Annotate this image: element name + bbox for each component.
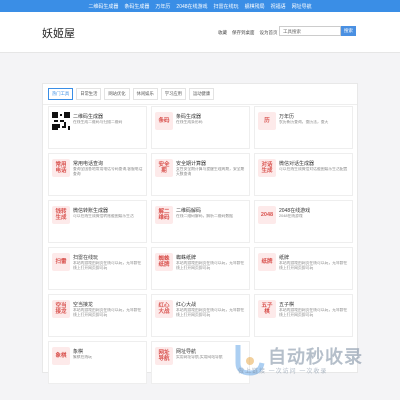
tool-title[interactable]: 2048在线游戏 bbox=[279, 207, 310, 214]
top-nav-item[interactable]: 舰棋残局 bbox=[245, 3, 265, 10]
tool-description: 在线二维码解码，解析二维码数据 bbox=[176, 214, 233, 218]
tool-title[interactable]: 二维码生成器 bbox=[73, 113, 103, 120]
tool-title[interactable]: 纸牌 bbox=[279, 254, 289, 261]
tool-card[interactable]: 历万年历 农历新历查询，查历法，查天 bbox=[254, 106, 353, 149]
tab-site-optimization[interactable]: 网站优化 bbox=[104, 88, 130, 100]
tool-card[interactable]: 象棋 象棋 象棋在线玩 bbox=[48, 341, 147, 384]
tool-title[interactable]: 五子棋 bbox=[279, 301, 294, 308]
tool-title[interactable]: 象棋 bbox=[73, 348, 83, 355]
tab-study[interactable]: 学习应用 bbox=[160, 88, 186, 100]
tool-description: 在线生成条形码 bbox=[176, 120, 203, 124]
tool-icon: 纸牌 bbox=[258, 253, 276, 271]
tool-title[interactable]: 红心大战 bbox=[176, 301, 196, 308]
tool-title[interactable]: 万年历 bbox=[279, 113, 294, 120]
tool-description: 本站的游戏由网页在线可以玩，无年龄在线上打开网页即可玩 bbox=[73, 308, 142, 317]
tab-health[interactable]: 运动健康 bbox=[188, 88, 215, 100]
tool-description: 2048在线游戏 bbox=[279, 214, 303, 218]
tool-card[interactable]: 条码 条码生成器 在线生成条形码 bbox=[151, 106, 250, 149]
tool-description: 本站的游戏由网页在线可以玩，无年龄在线上打开网页即可玩 bbox=[176, 261, 245, 270]
search-button[interactable]: 搜索 bbox=[341, 26, 356, 36]
top-nav-item[interactable]: 万年历 bbox=[155, 3, 170, 10]
tool-card[interactable]: 蜘蛛 纸牌 蜘蛛纸牌 本站的游戏由网页在线可以玩，无年龄在线上打开网页即可玩 bbox=[151, 247, 250, 290]
favorite-link[interactable]: 收藏 bbox=[218, 30, 227, 36]
site-header: 妖姬屋 收藏 保存到桌面 设为首页 工具搜索 搜索 bbox=[0, 12, 400, 53]
tool-description: 农历新历查询，查历法，查天 bbox=[279, 120, 329, 124]
tool-icon: 五子 棋 bbox=[258, 300, 276, 318]
tool-description: 本站的游戏由网页在线可以玩，无年龄在线上打开网页即可玩 bbox=[73, 261, 142, 270]
tool-description: 本站的游戏由网页在线可以玩，无年龄在线上打开网页即可玩 bbox=[176, 308, 245, 317]
set-homepage-link[interactable]: 设为首页 bbox=[260, 30, 278, 36]
site-logo[interactable]: 妖姬屋 bbox=[42, 25, 75, 41]
save-desktop-link[interactable]: 保存到桌面 bbox=[232, 30, 255, 36]
tool-title[interactable]: 条码生成器 bbox=[176, 113, 201, 120]
tool-icon: 解二 维码 bbox=[155, 206, 173, 224]
search-input[interactable]: 工具搜索 bbox=[279, 26, 341, 36]
tool-icon: 空当 接龙 bbox=[52, 300, 70, 318]
tab-leisure[interactable]: 休闲娱乐 bbox=[132, 88, 158, 100]
tool-icon: 网址 导航 bbox=[155, 347, 173, 365]
tool-card[interactable]: 红心 大战 红心大战 本站的游戏由网页在线可以玩，无年龄在线上打开网页即可玩 bbox=[151, 294, 250, 337]
top-nav-item[interactable]: 网址导航 bbox=[292, 3, 312, 10]
tool-card[interactable]: 空当 接龙 空当接龙 本站的游戏由网页在线可以玩，无年龄在线上打开网页即可玩 bbox=[48, 294, 147, 337]
tool-icon: 扫雷 bbox=[52, 253, 70, 271]
top-nav-bar: 二维码生成器 条码生成器 万年历 2048在线游戏 扫雷在线玩 舰棋残局 祝福语… bbox=[0, 0, 400, 12]
top-nav-item[interactable]: 祝福语 bbox=[271, 3, 286, 10]
tool-icon: 常用 电话 bbox=[52, 159, 70, 177]
tool-title[interactable]: 网址导航 bbox=[176, 348, 196, 355]
tool-title[interactable]: 微信对话生成器 bbox=[279, 160, 314, 167]
tool-description: 可以在线生成微信对话截图娱乐生活配置 bbox=[279, 167, 348, 171]
tool-card[interactable]: 常用 电话 常用电话查询 查询全国各地常用电话号码查询,客服电话查询 bbox=[48, 153, 147, 196]
tool-icon: 2048 bbox=[258, 206, 276, 224]
tool-description: 本站的游戏由网页在线可以玩，无年龄在线上打开网页即可玩 bbox=[279, 261, 348, 270]
tool-description: 在线生成二维码与扫描二维码 bbox=[73, 120, 123, 124]
tool-description: 女性安全期计算与提醒生理周期，安全期天数查询 bbox=[176, 167, 245, 176]
tool-icon: 条码 bbox=[155, 112, 173, 130]
tools-panel: 热门工具 日常生活 网站优化 休闲娱乐 学习应用 运动健康 二维码生成器 在线生成… bbox=[42, 83, 358, 384]
top-nav-item[interactable]: 2048在线游戏 bbox=[176, 3, 207, 10]
tool-card[interactable]: 二维码生成器 在线生成二维码与扫描二维码 bbox=[48, 106, 147, 149]
tool-card[interactable]: 钱转 生成 微信转账生成器 可以在线生成微信转账截图娱乐生活 bbox=[48, 200, 147, 243]
tool-description: 象棋在线玩 bbox=[73, 355, 92, 359]
tool-title[interactable]: 蜘蛛纸牌 bbox=[176, 254, 196, 261]
tool-card[interactable]: 2048 2048在线游戏 2048在线游戏 bbox=[254, 200, 353, 243]
tool-icon: 蜘蛛 纸牌 bbox=[155, 253, 173, 271]
top-nav-item[interactable]: 二维码生成器 bbox=[88, 3, 118, 10]
tool-description: 本站的游戏由网页在线可以玩，无年龄在线上打开网页即可玩 bbox=[279, 308, 348, 317]
tool-card[interactable]: 解二 维码 二维码解码 在线二维码解码，解析二维码数据 bbox=[151, 200, 250, 243]
tool-title[interactable]: 安全期计算器 bbox=[176, 160, 206, 167]
tool-card[interactable]: 对话 生成 微信对话生成器 可以在线生成微信对话截图娱乐生活配置 bbox=[254, 153, 353, 196]
header-links: 收藏 保存到桌面 设为首页 bbox=[218, 30, 278, 36]
tab-hot-tools[interactable]: 热门工具 bbox=[48, 88, 74, 100]
tool-description: 可以在线生成微信转账截图娱乐生活 bbox=[73, 214, 134, 218]
tool-card[interactable]: 安全 期安全期计算器 女性安全期计算与提醒生理周期，安全期天数查询 bbox=[151, 153, 250, 196]
tool-title[interactable]: 空当接龙 bbox=[73, 301, 93, 308]
qr-code-icon bbox=[52, 112, 70, 130]
tool-icon: 钱转 生成 bbox=[52, 206, 70, 224]
tool-icon: 红心 大战 bbox=[155, 300, 173, 318]
category-tabs: 热门工具 日常生活 网站优化 休闲娱乐 学习应用 运动健康 bbox=[43, 84, 357, 105]
tool-icon: 安全 期 bbox=[155, 159, 173, 177]
top-nav-item[interactable]: 条码生成器 bbox=[124, 3, 149, 10]
top-nav-item[interactable]: 扫雷在线玩 bbox=[214, 3, 239, 10]
tool-title[interactable]: 扫雷在线玩 bbox=[73, 254, 98, 261]
watermark-subtitle: 做上链接 一次访问 一次收录 bbox=[238, 369, 328, 375]
tool-card[interactable]: 扫雷 扫雷在线玩 本站的游戏由网页在线可以玩，无年龄在线上打开网页即可玩 bbox=[48, 247, 147, 290]
tool-description: 查询全国各地常用电话号码查询,客服电话查询 bbox=[73, 167, 143, 176]
tool-card[interactable]: 五子 棋五子棋 本站的游戏由网页在线可以玩，无年龄在线上打开网页即可玩 bbox=[254, 294, 353, 337]
tool-card[interactable]: 纸牌 纸牌 本站的游戏由网页在线可以玩，无年龄在线上打开网页即可玩 bbox=[254, 247, 353, 290]
tool-icon: 象棋 bbox=[52, 347, 70, 365]
tool-icon: 历 bbox=[258, 112, 276, 130]
tab-daily-life[interactable]: 日常生活 bbox=[76, 88, 102, 100]
tool-icon: 对话 生成 bbox=[258, 159, 276, 177]
tool-title[interactable]: 微信转账生成器 bbox=[73, 207, 108, 214]
tool-title[interactable]: 二维码解码 bbox=[176, 207, 201, 214]
tool-title[interactable]: 常用电话查询 bbox=[73, 160, 103, 167]
